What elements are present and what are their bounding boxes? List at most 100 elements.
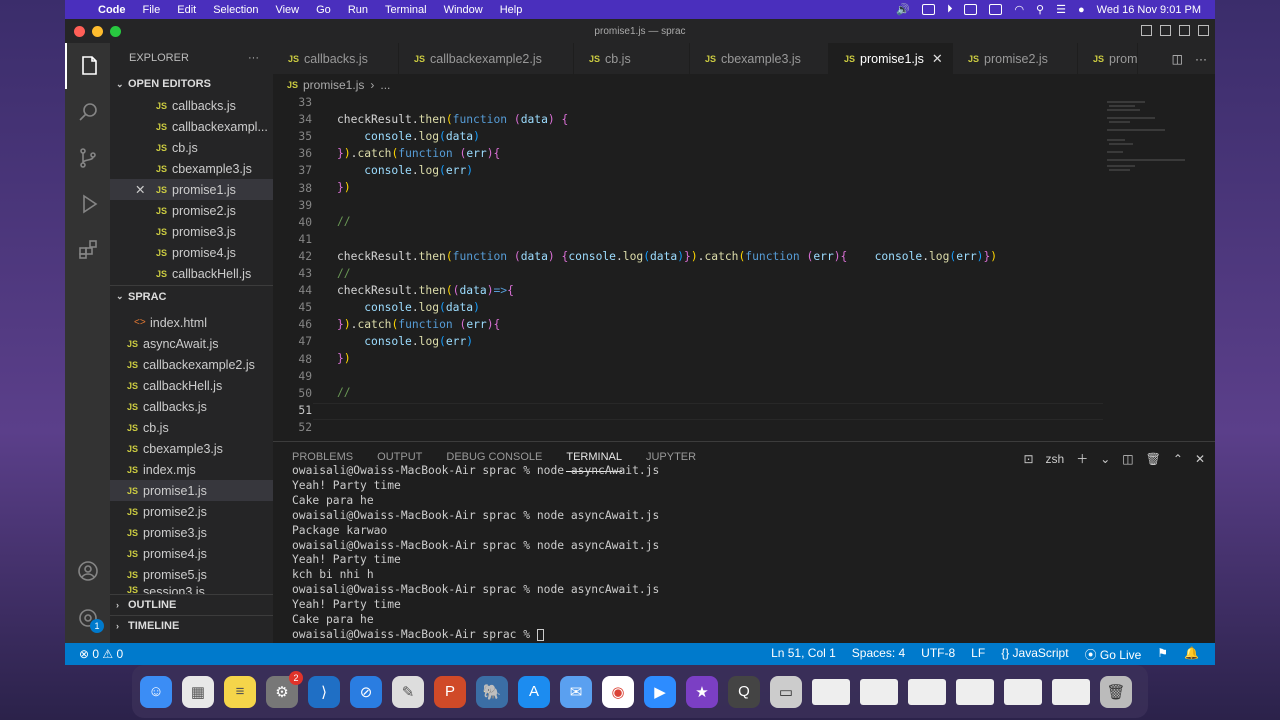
file-item[interactable]: JS index.mjs <box>110 459 273 480</box>
file-item-active[interactable]: JS promise1.js <box>110 480 273 501</box>
minimap[interactable] <box>1105 100 1190 180</box>
close-panel-icon[interactable]: ✕ <box>1195 452 1205 466</box>
file-item[interactable]: JS asyncAwait.js <box>110 333 273 354</box>
open-editor-item[interactable]: JS cb.js <box>110 137 273 158</box>
file-item[interactable]: JS promise3.js <box>110 522 273 543</box>
open-editor-item[interactable]: JS callbacks.js <box>110 95 273 116</box>
safari-icon[interactable]: ⊘ <box>350 675 382 708</box>
more-actions-icon[interactable]: ··· <box>248 52 259 64</box>
source-control-icon[interactable] <box>65 135 110 181</box>
open-editor-item[interactable]: JS callbackHell.js <box>110 263 273 284</box>
trash-dock-icon[interactable]: 🗑 <box>1100 675 1132 708</box>
system-settings-icon[interactable]: ⚙ 2 <box>266 670 303 708</box>
language-mode[interactable]: {} JavaScript <box>1001 646 1068 663</box>
postgres-icon[interactable]: 🐘 <box>476 675 508 708</box>
file-item[interactable]: JS cb.js <box>110 417 273 438</box>
menu-help[interactable]: Help <box>500 4 523 16</box>
siri-icon[interactable]: ● <box>1078 4 1085 16</box>
mail-icon[interactable]: ✉ <box>560 675 592 708</box>
notes-icon[interactable]: ≡ <box>224 675 256 708</box>
menu-go[interactable]: Go <box>316 4 331 16</box>
file-item[interactable]: JS promise4.js <box>110 543 273 564</box>
terminal-prompt-line[interactable]: owaisali@Owaiss-MacBook-Air sprac % <box>292 628 659 643</box>
tab-callbackexample2[interactable]: JS callbackexample2.js <box>399 43 574 74</box>
control-center-icon[interactable]: ☰ <box>1056 3 1066 16</box>
outline-section[interactable]: › OUTLINE <box>110 594 273 615</box>
line-ending[interactable]: LF <box>971 646 985 663</box>
go-live-button[interactable]: ⦿ Go Live <box>1085 646 1142 663</box>
shell-name[interactable]: zsh <box>1046 452 1065 466</box>
chevron-down-icon[interactable]: ⌄ <box>1100 452 1110 466</box>
open-editor-item[interactable]: JS promise2.js <box>110 200 273 221</box>
problems-indicator[interactable]: ⊗ 0 ⚠ 0 <box>79 647 123 661</box>
timeline-section[interactable]: › TIMELINE <box>110 615 273 636</box>
textedit-icon[interactable]: ✎ <box>392 675 424 708</box>
recent-window-thumbnail[interactable] <box>860 678 898 705</box>
file-item[interactable]: JS promise2.js <box>110 501 273 522</box>
open-editor-item[interactable]: JS callbackexampl... <box>110 116 273 137</box>
tab-cb[interactable]: JS cb.js <box>574 43 690 74</box>
close-tab-icon[interactable]: ✕ <box>932 51 943 67</box>
preview-icon[interactable]: ▭ <box>770 675 802 708</box>
text-input-icon[interactable] <box>964 4 978 15</box>
menu-terminal[interactable]: Terminal <box>385 4 427 16</box>
search-view-icon[interactable] <box>65 89 110 135</box>
indentation[interactable]: Spaces: 4 <box>852 646 905 663</box>
play-icon[interactable]: ⏵ <box>947 3 953 16</box>
toggle-panel-icon[interactable] <box>1160 25 1171 36</box>
chrome-icon[interactable]: ◉ <box>602 675 634 708</box>
notifications-icon[interactable]: 🔔 <box>1184 646 1199 663</box>
powerpoint-icon[interactable]: P <box>434 675 466 708</box>
menu-run[interactable]: Run <box>348 4 368 16</box>
toggle-secondary-icon[interactable] <box>1179 25 1190 36</box>
file-item[interactable]: JS callbackexample2.js <box>110 354 273 375</box>
recent-window-thumbnail[interactable] <box>908 678 946 705</box>
extensions-icon[interactable] <box>65 227 110 273</box>
menu-app-name[interactable]: Code <box>98 4 126 16</box>
open-editor-item-active[interactable]: ✕ JS promise1.js <box>110 179 273 200</box>
open-editor-item[interactable]: JS promise4.js <box>110 242 273 263</box>
close-editor-icon[interactable]: ✕ <box>135 182 156 197</box>
quicktime-icon[interactable]: Q <box>728 675 760 708</box>
customize-layout-icon[interactable] <box>1198 25 1209 36</box>
open-editor-item[interactable]: JS promise3.js <box>110 221 273 242</box>
toggle-sidebar-icon[interactable] <box>1141 25 1152 36</box>
vscode-dock-icon[interactable]: ⟩ <box>308 675 340 708</box>
wifi-icon[interactable]: ◠ <box>1014 3 1024 16</box>
tab-promise1[interactable]: JS promise1.js ✕ <box>829 43 953 74</box>
open-editor-item[interactable]: JS cbexample3.js <box>110 158 273 179</box>
finder-icon[interactable]: ☺ <box>140 675 172 708</box>
launchpad-icon[interactable]: ▦ <box>182 675 214 708</box>
recent-window-thumbnail[interactable] <box>956 678 994 705</box>
menu-edit[interactable]: Edit <box>177 4 196 16</box>
keyboard-icon[interactable] <box>921 4 935 15</box>
menu-window[interactable]: Window <box>444 4 483 16</box>
split-editor-icon[interactable]: ◫ <box>1172 52 1183 66</box>
file-item[interactable]: JS callbackHell.js <box>110 375 273 396</box>
tab-promise2[interactable]: JS promise2.js <box>953 43 1078 74</box>
split-terminal-icon[interactable]: ◫ <box>1122 452 1133 466</box>
code-editor[interactable]: 33 34 35 36 37 38 39 40 41 42 43 44 45 46 47 48 49 50 51 52… <box>273 96 1215 454</box>
recent-window-thumbnail[interactable] <box>1052 678 1090 705</box>
breadcrumb-rest[interactable]: ... <box>380 78 390 92</box>
accounts-icon[interactable] <box>65 548 110 594</box>
tab-cbexample3[interactable]: JS cbexample3.js <box>690 43 829 74</box>
zoom-icon[interactable]: ▶ <box>644 675 676 708</box>
more-icon[interactable]: ··· <box>1195 52 1207 66</box>
workspace-section[interactable]: ⌄ SPRAC <box>110 285 273 307</box>
clock[interactable]: Wed 16 Nov 9:01 PM <box>1097 4 1201 16</box>
file-item[interactable]: JS promise5.js <box>110 564 273 585</box>
settings-gear-icon[interactable]: 1 <box>65 595 110 641</box>
recent-window-thumbnail[interactable] <box>1004 678 1042 705</box>
trash-icon[interactable]: 🗑 <box>1146 452 1161 466</box>
search-icon[interactable]: ⚲ <box>1036 3 1044 16</box>
file-item[interactable]: JS session3.js <box>110 585 273 594</box>
file-item[interactable]: JS callbacks.js <box>110 396 273 417</box>
app-store-icon[interactable]: A <box>518 675 550 708</box>
menu-view[interactable]: View <box>275 4 299 16</box>
file-item[interactable]: JS cbexample3.js <box>110 438 273 459</box>
feedback-icon[interactable]: ⚑ <box>1157 646 1168 663</box>
maximize-panel-icon[interactable]: ⌃ <box>1173 452 1183 466</box>
imovie-icon[interactable]: ★ <box>686 675 718 708</box>
open-editors-section[interactable]: ⌄ OPEN EDITORS <box>110 73 273 95</box>
